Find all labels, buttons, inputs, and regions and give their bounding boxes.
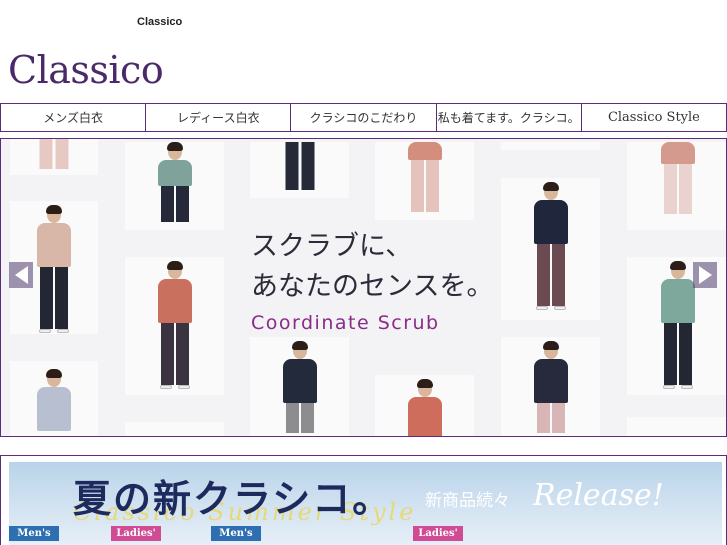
nav-item-mens[interactable]: メンズ白衣 — [1, 104, 147, 131]
model-photo — [501, 337, 600, 436]
model-photo — [501, 178, 600, 320]
triangle-left-icon — [14, 266, 28, 284]
model-photo — [375, 142, 474, 220]
nav-item-ladies[interactable]: レディース白衣 — [146, 104, 292, 131]
tagline-line-2: あなたのセンスを。 — [251, 271, 494, 302]
category-tag-ladies[interactable]: Ladies' — [111, 526, 161, 541]
main-nav: メンズ白衣 レディース白衣 クラシコのこだわり 私も着てます。クラシコ。 Cla… — [0, 103, 727, 132]
category-tag-mens[interactable]: Men's — [211, 526, 261, 541]
triangle-right-icon — [698, 266, 712, 284]
nav-item-wearing[interactable]: 私も着てます。クラシコ。 — [437, 104, 582, 131]
model-photo — [250, 337, 349, 436]
nav-item-classico-style[interactable]: Classico Style — [582, 104, 726, 131]
model-photo — [627, 142, 726, 230]
summer-title: 夏の新クラシコ。 — [73, 477, 393, 521]
model-photo — [501, 142, 600, 150]
model-photo — [125, 257, 224, 395]
category-tag-ladies[interactable]: Ladies' — [413, 526, 463, 541]
model-photo — [125, 142, 224, 230]
site-label: Classico — [137, 16, 183, 28]
release-text: Release! — [533, 478, 664, 513]
model-photo — [250, 142, 349, 198]
nav-item-kodawari[interactable]: クラシコのこだわり — [291, 104, 437, 131]
model-photo — [125, 422, 224, 436]
hero-tagline: スクラブに、 あなたのセンスを。 Coordinate Scrub — [251, 227, 493, 335]
model-photo — [10, 139, 98, 175]
tagline-line-1: スクラブに、 — [251, 231, 413, 262]
model-photo — [10, 361, 98, 436]
slider-next-button[interactable] — [693, 262, 717, 288]
new-items-text: 新商品続々 — [425, 491, 510, 511]
hero-slider: スクラブに、 あなたのセンスを。 Coordinate Scrub — [0, 138, 727, 437]
slider-prev-button[interactable] — [9, 262, 33, 288]
model-photo — [375, 375, 474, 436]
tagline-subtitle: Coordinate Scrub — [251, 312, 440, 334]
model-photo — [627, 417, 726, 436]
site-logo[interactable]: Classico — [8, 48, 164, 92]
category-tag-mens[interactable]: Men's — [9, 526, 59, 541]
summer-banner[interactable]: Classico Summer Style 夏の新クラシコ。 新商品続々 Rel… — [0, 455, 727, 545]
